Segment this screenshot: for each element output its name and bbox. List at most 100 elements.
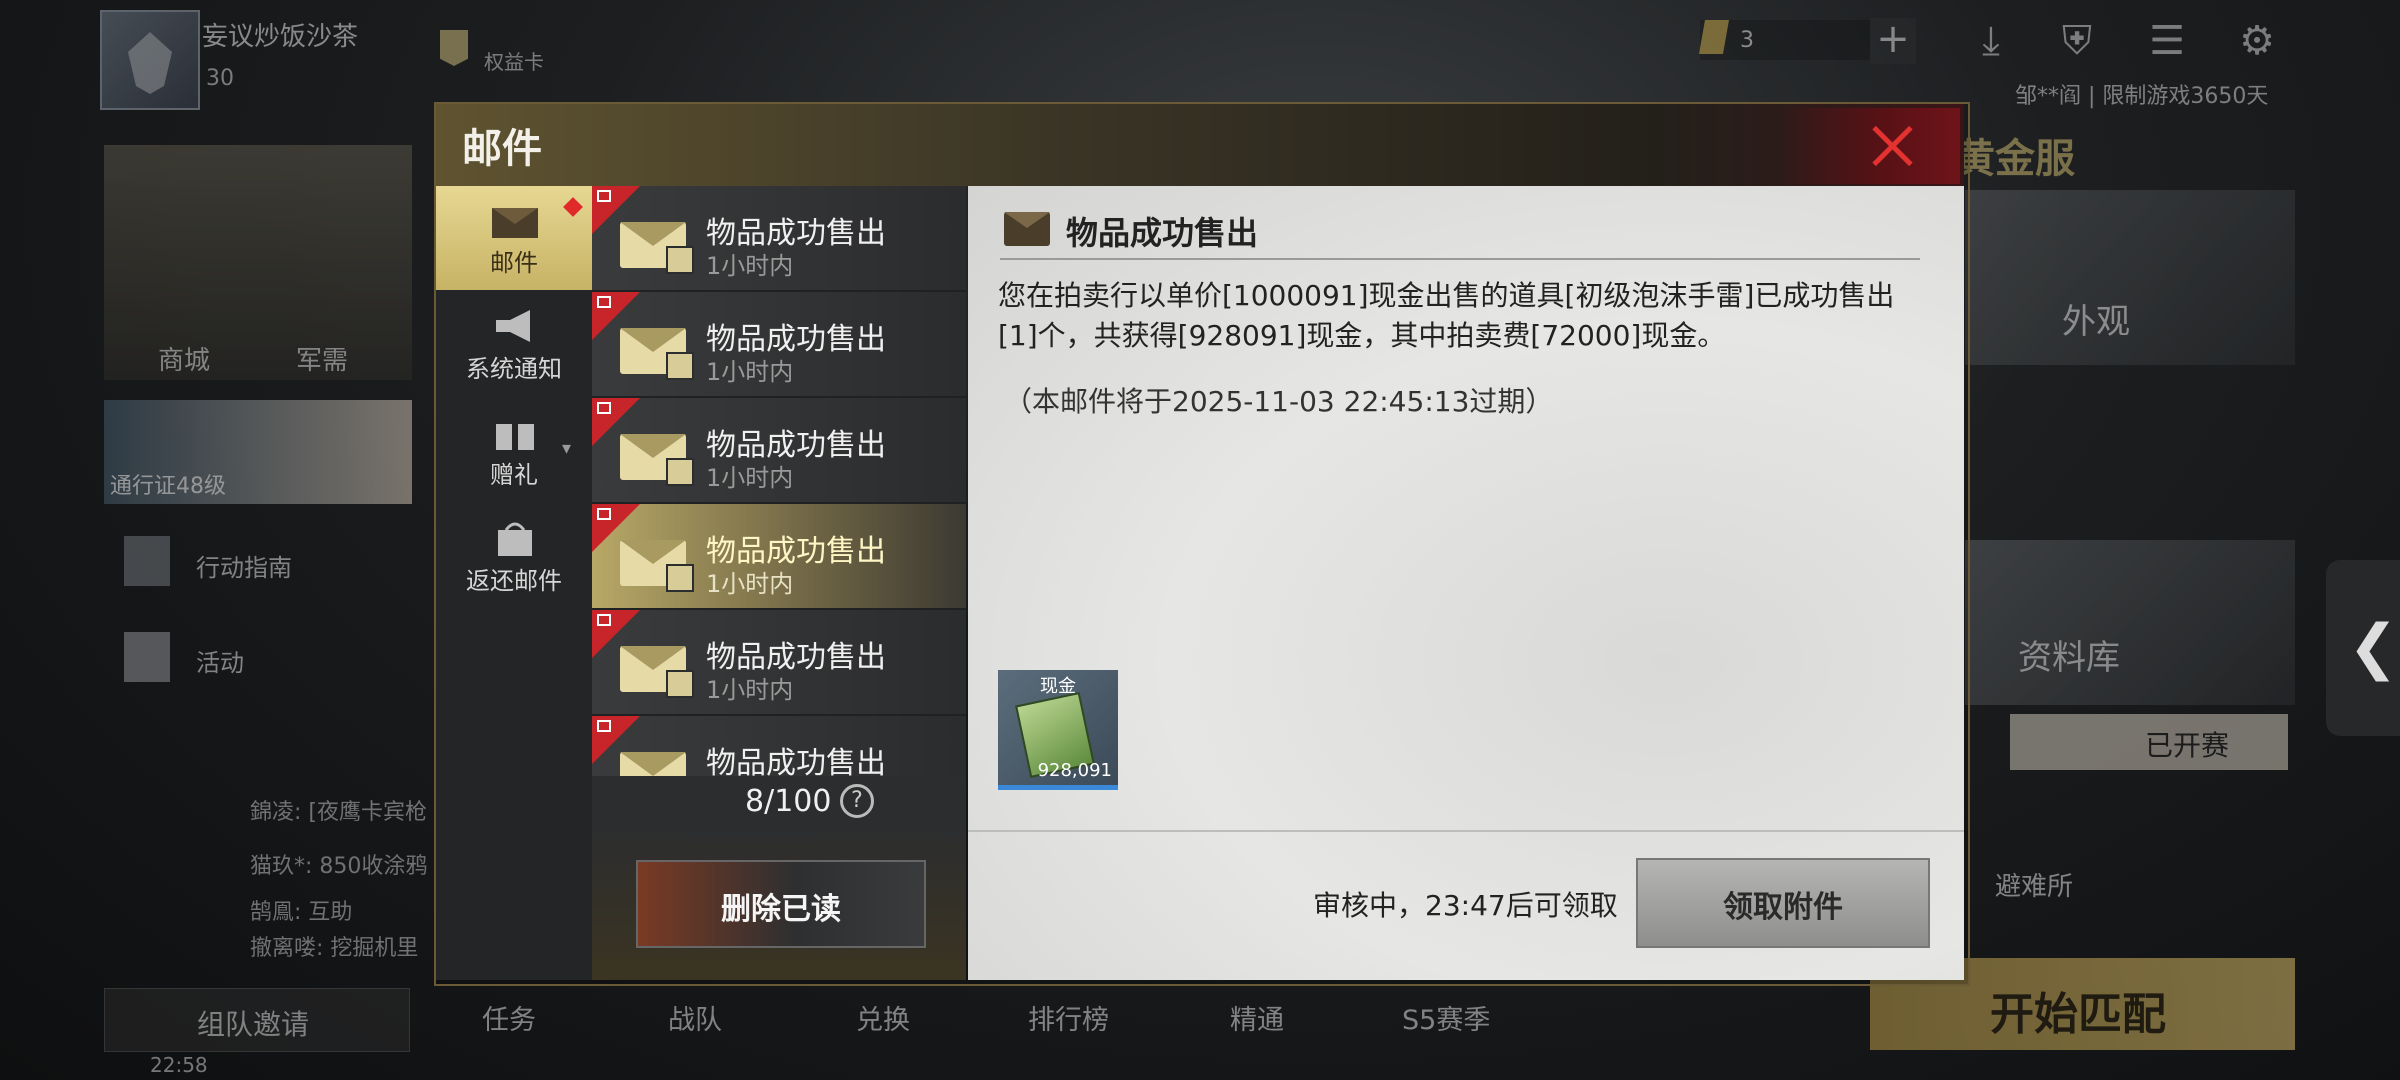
mail-time: 1小时内 <box>706 570 794 598</box>
nav-exchange[interactable]: 兑换 <box>856 998 910 1037</box>
close-button[interactable] <box>1780 108 1960 184</box>
help-icon[interactable]: ? <box>840 784 874 818</box>
library-panel[interactable] <box>1965 540 2295 705</box>
delete-read-button[interactable]: 删除已读 <box>636 860 926 948</box>
category-label: 邮件 <box>490 249 538 277</box>
menu-list-icon[interactable]: ☰ <box>2142 16 2192 66</box>
currency-count: 3 <box>1740 28 1754 53</box>
gear-icon[interactable]: ⚙ <box>2232 16 2282 66</box>
divider <box>1000 258 1920 260</box>
mail-list-item[interactable]: 物品成功售出 1小时内 <box>592 186 966 292</box>
refuge-label[interactable]: 避难所 <box>1995 866 2073 903</box>
chevron-down-icon: ▾ <box>562 438 572 459</box>
mail-list-item[interactable]: 物品成功售出 1小时内 <box>592 610 966 716</box>
mail-detail-title: 物品成功售出 <box>1066 214 1259 252</box>
mail-dialog-title: 邮件 <box>462 126 542 172</box>
team-invite-button[interactable]: 组队邀请 <box>104 988 410 1052</box>
nav-leaderboard[interactable]: 排行榜 <box>1028 998 1109 1037</box>
gift-icon <box>496 416 534 450</box>
attachment-icon <box>666 458 694 486</box>
mail-time: 1小时内 <box>706 252 794 280</box>
attachment-icon <box>666 670 694 698</box>
delete-read-label: 删除已读 <box>721 892 841 927</box>
nav-squad[interactable]: 战队 <box>668 998 722 1037</box>
mail-list: 物品成功售出 1小时内 物品成功售出 1小时内 物品成功售出 1小时内 物品成功… <box>592 186 966 826</box>
category-label: 系统通知 <box>466 355 562 383</box>
tournament-status[interactable]: 已开赛 <box>2010 714 2288 770</box>
claim-attachment-button[interactable]: 领取附件 <box>1636 858 1930 948</box>
review-status-text: 审核中，23:47后可领取 <box>1313 889 1618 922</box>
chat-line: 錦凌: [夜鹰卡宾枪 <box>250 800 427 825</box>
shield-icon[interactable]: ⛨ <box>2052 16 2102 66</box>
mail-time: 1小时内 <box>706 464 794 492</box>
close-icon <box>1864 118 1920 174</box>
mail-list-item-selected[interactable]: 物品成功售出 1小时内 <box>592 504 966 610</box>
mail-list-item[interactable]: 物品成功售出 1小时内 <box>592 292 966 398</box>
appearance-panel[interactable] <box>1965 190 2295 365</box>
gold-server-label: 黄金服 <box>1955 136 2075 182</box>
mail-time: 1小时内 <box>706 358 794 386</box>
map-guide-icon[interactable] <box>124 536 170 586</box>
add-currency-button[interactable]: + <box>1870 18 1916 64</box>
gift-small-icon <box>597 402 611 414</box>
army-supply-label[interactable]: 军需 <box>296 340 348 377</box>
player-avatar[interactable] <box>100 10 200 110</box>
chat-line: 猫玖*: 850收涂鸦 <box>250 854 428 879</box>
attachment-icon <box>666 246 694 274</box>
nav-tasks[interactable]: 任务 <box>482 998 536 1037</box>
rights-card-label[interactable]: 权益卡 <box>484 46 544 75</box>
category-mail[interactable]: 邮件 <box>436 186 592 290</box>
nav-mastery[interactable]: 精通 <box>1230 998 1284 1037</box>
divider <box>968 830 1964 832</box>
team-invite-label: 组队邀请 <box>197 1008 310 1041</box>
category-label: 返还邮件 <box>466 567 562 595</box>
nav-season[interactable]: S5赛季 <box>1402 998 1490 1037</box>
mail-dialog-header <box>436 104 1964 186</box>
library-label: 资料库 <box>2018 638 2120 678</box>
mail-category-list: 邮件 系统通知 赠礼 ▾ 返还邮件 <box>436 186 592 980</box>
category-label: 赠礼 <box>490 461 538 489</box>
chat-line: 撤离喽: 挖掘机里 <box>250 936 419 961</box>
mail-list-item[interactable]: 物品成功售出 1小时内 <box>592 398 966 504</box>
attachment-icon <box>666 564 694 592</box>
gift-small-icon <box>597 190 611 202</box>
play-limit-text: 邹**阎 | 限制游戏3650天 <box>2015 84 2269 109</box>
gift-small-icon <box>597 508 611 520</box>
appearance-label: 外观 <box>2062 302 2130 342</box>
chat-line: 鹄鳯: 互助 <box>250 900 353 925</box>
category-gift[interactable]: 赠礼 ▾ <box>436 398 592 502</box>
megaphone-icon <box>496 310 530 342</box>
attachment-icon <box>666 352 694 380</box>
attachment-quantity: 928,091 <box>1037 760 1112 781</box>
claim-attachment-label: 领取附件 <box>1723 890 1843 925</box>
mail-detail-body: 您在拍卖行以单价[1000091]现金出售的道具[初级泡沫手雷]已成功售出[1]… <box>998 279 1895 352</box>
battle-pass-label: 通行证48级 <box>110 474 226 499</box>
start-match-label: 开始匹配 <box>1990 989 2166 1040</box>
action-guide-label[interactable]: 行动指南 <box>196 548 292 583</box>
gift-event-icon[interactable] <box>124 632 170 682</box>
event-label[interactable]: 活动 <box>196 643 244 678</box>
gift-small-icon <box>597 296 611 308</box>
envelope-icon <box>1004 212 1050 246</box>
gift-small-icon <box>597 614 611 626</box>
character-banner[interactable] <box>104 145 412 380</box>
player-name: 妄议炒饭沙茶 <box>202 22 359 52</box>
shop-label[interactable]: 商城 <box>158 340 210 377</box>
gift-small-icon <box>597 720 611 732</box>
attachment-item-cash[interactable]: 现金 928,091 <box>998 670 1118 790</box>
clock-text: 22:58 <box>150 1053 208 1077</box>
chevron-left-icon: ❮ <box>2348 612 2399 682</box>
tournament-status-label: 已开赛 <box>2145 729 2230 762</box>
player-level: 30 <box>206 66 234 91</box>
rights-card-icon[interactable] <box>440 30 468 66</box>
mail-expire-notice: （本邮件将于2025-11-03 22:45:13过期） <box>1004 385 1554 418</box>
side-drawer-toggle[interactable]: ❮ <box>2326 560 2400 736</box>
category-returned-mail[interactable]: 返还邮件 <box>436 504 592 608</box>
unread-badge <box>563 197 583 217</box>
attachment-name: 现金 <box>1040 676 1076 697</box>
mail-time: 1小时内 <box>706 676 794 704</box>
mail-count: 8/100 <box>745 784 832 819</box>
category-system-notice[interactable]: 系统通知 <box>436 292 592 396</box>
download-icon[interactable]: ⤓ <box>1966 16 2016 66</box>
envelope-icon <box>492 208 538 238</box>
